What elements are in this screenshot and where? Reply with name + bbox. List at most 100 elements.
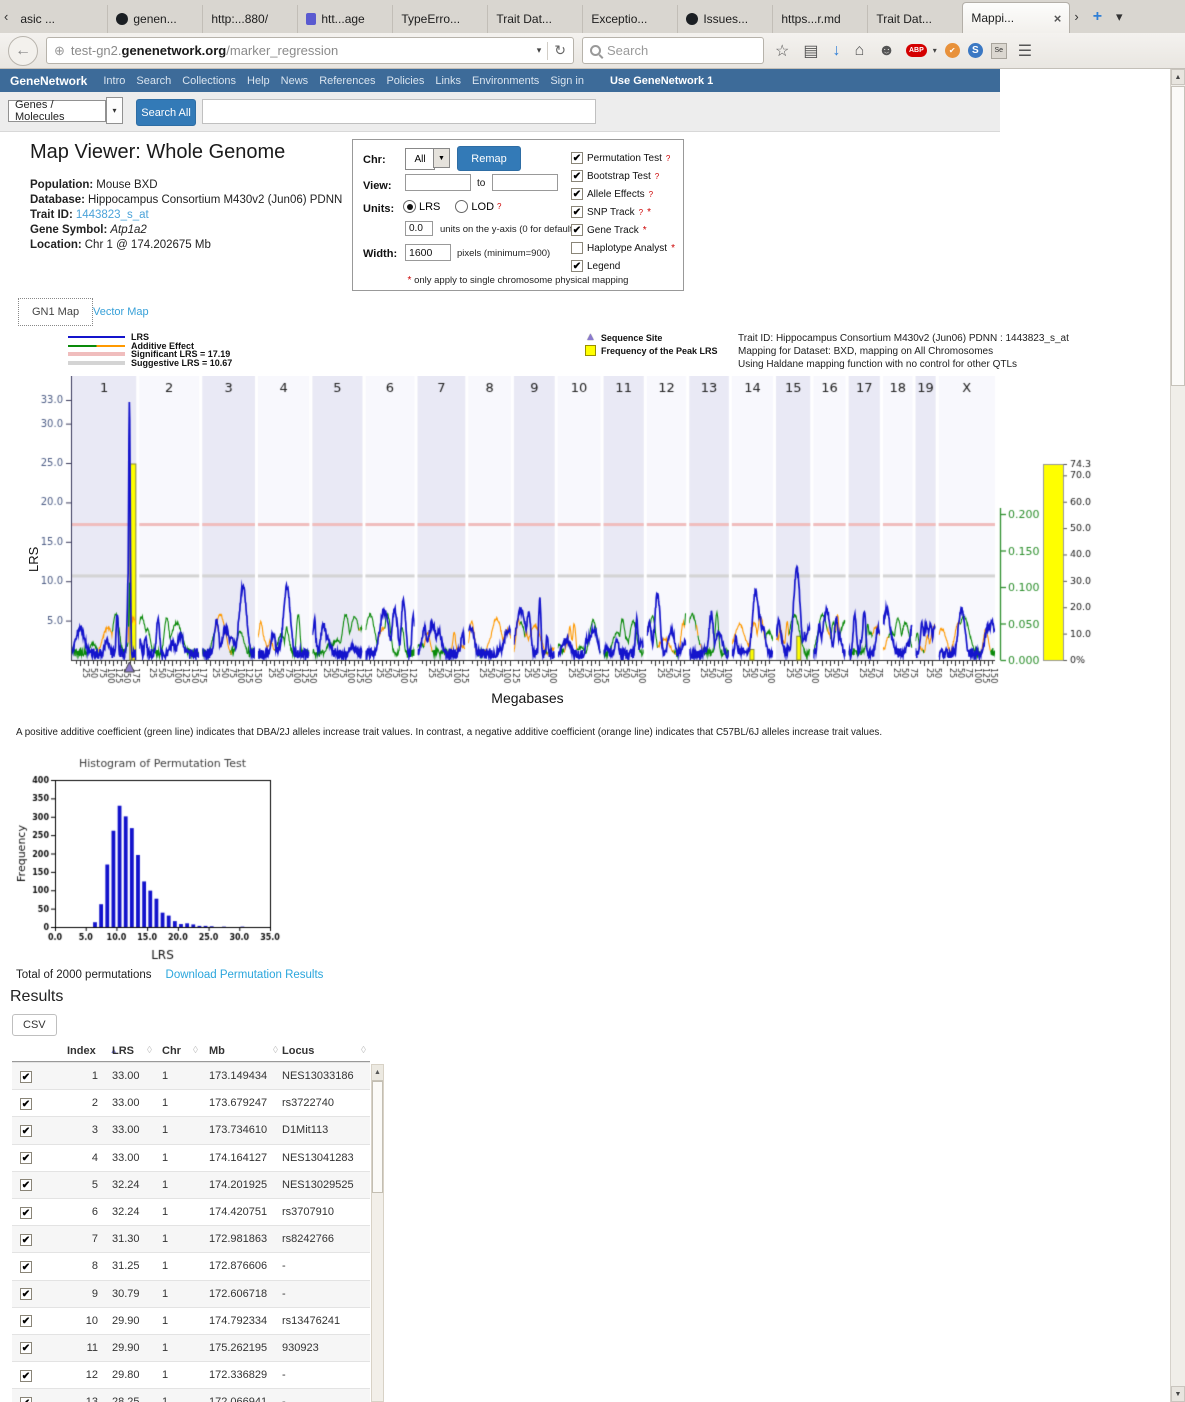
row-checkbox[interactable]: ✔ [20, 1098, 32, 1110]
page-scrollbar-thumb[interactable] [1171, 86, 1185, 386]
gn-nav-link[interactable]: Help [247, 75, 270, 87]
gn-nav-link[interactable]: Collections [182, 75, 236, 87]
checkbox[interactable] [571, 242, 583, 254]
download-permutation-link[interactable]: Download Permutation Results [166, 969, 324, 981]
column-header-mb[interactable]: Mb◊ [202, 1045, 282, 1057]
browser-tab[interactable]: htt...age [297, 5, 392, 33]
browser-tab[interactable]: Issues... [677, 5, 772, 33]
page-scrollbar[interactable]: ▲ ▼ [1170, 69, 1185, 1402]
browser-tab[interactable]: TypeErro... [392, 5, 487, 33]
chr-select[interactable]: All [405, 148, 435, 170]
row-checkbox[interactable]: ✔ [20, 1071, 32, 1083]
column-header-lrs[interactable]: LRS◊ [98, 1045, 156, 1057]
table-scroll-up-icon[interactable]: ▲ [372, 1065, 383, 1081]
lrs-radio[interactable] [403, 200, 416, 213]
view-from-input[interactable] [405, 174, 471, 191]
gn-nav-link[interactable]: Intro [103, 75, 125, 87]
session-icon[interactable]: S [968, 43, 983, 58]
browser-tab[interactable]: https...r.md [772, 5, 867, 33]
row-checkbox[interactable]: ✔ [20, 1370, 32, 1382]
gn-brand[interactable]: GeneNetwork [10, 74, 87, 88]
reload-icon[interactable]: ↻ [554, 42, 566, 59]
selenium-icon[interactable]: Se [991, 43, 1007, 59]
table-scrollbar-thumb[interactable] [372, 1081, 383, 1193]
chat-icon[interactable]: ☻ [875, 42, 898, 60]
row-checkbox[interactable]: ✔ [20, 1315, 32, 1327]
adblock-caret-icon[interactable]: ▾ [933, 46, 937, 55]
column-header-index[interactable]: Index▲ [50, 1045, 98, 1057]
scroll-down-icon[interactable]: ▼ [1171, 1386, 1185, 1402]
tab-scroll-right-icon[interactable]: › [1070, 9, 1082, 24]
row-checkbox[interactable]: ✔ [20, 1152, 32, 1164]
gn-nav-link[interactable]: Links [435, 75, 461, 87]
adblock-icon[interactable]: ABP [906, 44, 927, 57]
view-to-input[interactable] [492, 174, 558, 191]
browser-tab[interactable]: Trait Dat... [867, 5, 962, 33]
use-genenetwork1-link[interactable]: Use GeneNetwork 1 [610, 75, 713, 87]
gn-nav-link[interactable]: Search [136, 75, 171, 87]
search-category-select[interactable]: Genes / Molecules [8, 100, 106, 122]
checkbox[interactable]: ✔ [571, 170, 583, 182]
browser-tab[interactable]: Exceptio... [582, 5, 677, 33]
browser-tab[interactable]: genen... [107, 5, 202, 33]
gn-nav-link[interactable]: Policies [386, 75, 424, 87]
home-icon[interactable]: ⌂ [851, 42, 867, 60]
menu-icon[interactable]: ☰ [1015, 41, 1035, 61]
browser-search-box[interactable]: Search [582, 37, 764, 64]
genome-map-canvas[interactable] [25, 376, 1100, 700]
row-checkbox[interactable]: ✔ [20, 1234, 32, 1246]
downloads-icon[interactable]: ↓ [829, 42, 843, 60]
help-marker[interactable]: ? [655, 172, 659, 181]
tab-scroll-left-icon[interactable]: ‹ [0, 9, 12, 24]
proxy-icon[interactable]: ✔ [945, 43, 960, 58]
bookmarks-clipboard-icon[interactable]: ▤ [800, 41, 821, 61]
remap-button[interactable]: Remap [457, 146, 521, 171]
bookmark-star-icon[interactable]: ☆ [772, 41, 792, 61]
checkbox[interactable]: ✔ [571, 260, 583, 272]
row-checkbox[interactable]: ✔ [20, 1179, 32, 1191]
help-marker[interactable]: ? [639, 208, 643, 217]
search-all-button[interactable]: Search All [136, 99, 196, 126]
tab-gn1-map[interactable]: GN1 Map [18, 298, 93, 326]
width-input[interactable] [405, 244, 451, 261]
category-caret-icon[interactable]: ▾ [106, 97, 123, 124]
tab-vector-map[interactable]: Vector Map [93, 306, 149, 318]
gn-nav-link[interactable]: News [281, 75, 309, 87]
gn-nav-link[interactable]: Environments [472, 75, 539, 87]
row-checkbox[interactable]: ✔ [20, 1288, 32, 1300]
url-bar[interactable]: ⊕ test-gn2.genenetwork.org/marker_regres… [46, 37, 574, 64]
help-marker[interactable]: ? [666, 154, 670, 163]
gn-nav-link[interactable]: Sign in [550, 75, 584, 87]
browser-tab[interactable]: Trait Dat... [487, 5, 582, 33]
tab-close-icon[interactable]: × [1054, 11, 1062, 26]
units-help-marker[interactable]: ? [497, 202, 501, 211]
checkbox[interactable]: ✔ [571, 206, 583, 218]
browser-tab[interactable]: Mappi...× [962, 2, 1070, 33]
column-header-locus[interactable]: Locus◊ [282, 1045, 370, 1057]
info-value[interactable]: 1443823_s_at [76, 209, 149, 221]
gn-nav-link[interactable]: References [319, 75, 375, 87]
row-checkbox[interactable]: ✔ [20, 1342, 32, 1354]
url-dropdown-icon[interactable]: ▾ [537, 45, 542, 56]
back-button[interactable]: ← [8, 36, 38, 66]
lod-radio[interactable] [455, 200, 468, 213]
browser-tab[interactable]: http:...880/ [202, 5, 297, 33]
tab-list-icon[interactable]: ▾ [1112, 9, 1127, 25]
row-checkbox[interactable]: ✔ [20, 1207, 32, 1219]
new-tab-button[interactable]: + [1083, 8, 1112, 26]
checkbox[interactable]: ✔ [571, 152, 583, 164]
scroll-up-icon[interactable]: ▲ [1171, 69, 1185, 85]
row-checkbox[interactable]: ✔ [20, 1397, 32, 1402]
csv-button[interactable]: CSV [12, 1014, 57, 1036]
browser-tab[interactable]: asic ... [12, 5, 107, 33]
yaxis-units-input[interactable] [405, 221, 433, 236]
global-search-input[interactable] [202, 99, 596, 124]
chr-select-caret-icon[interactable]: ▼ [433, 148, 450, 168]
table-scrollbar[interactable]: ▲ [371, 1064, 384, 1402]
row-checkbox[interactable]: ✔ [20, 1125, 32, 1137]
column-header-chr[interactable]: Chr◊ [156, 1045, 202, 1057]
checkbox[interactable]: ✔ [571, 224, 583, 236]
help-marker[interactable]: ? [649, 190, 653, 199]
row-checkbox[interactable]: ✔ [20, 1261, 32, 1273]
checkbox[interactable]: ✔ [571, 188, 583, 200]
